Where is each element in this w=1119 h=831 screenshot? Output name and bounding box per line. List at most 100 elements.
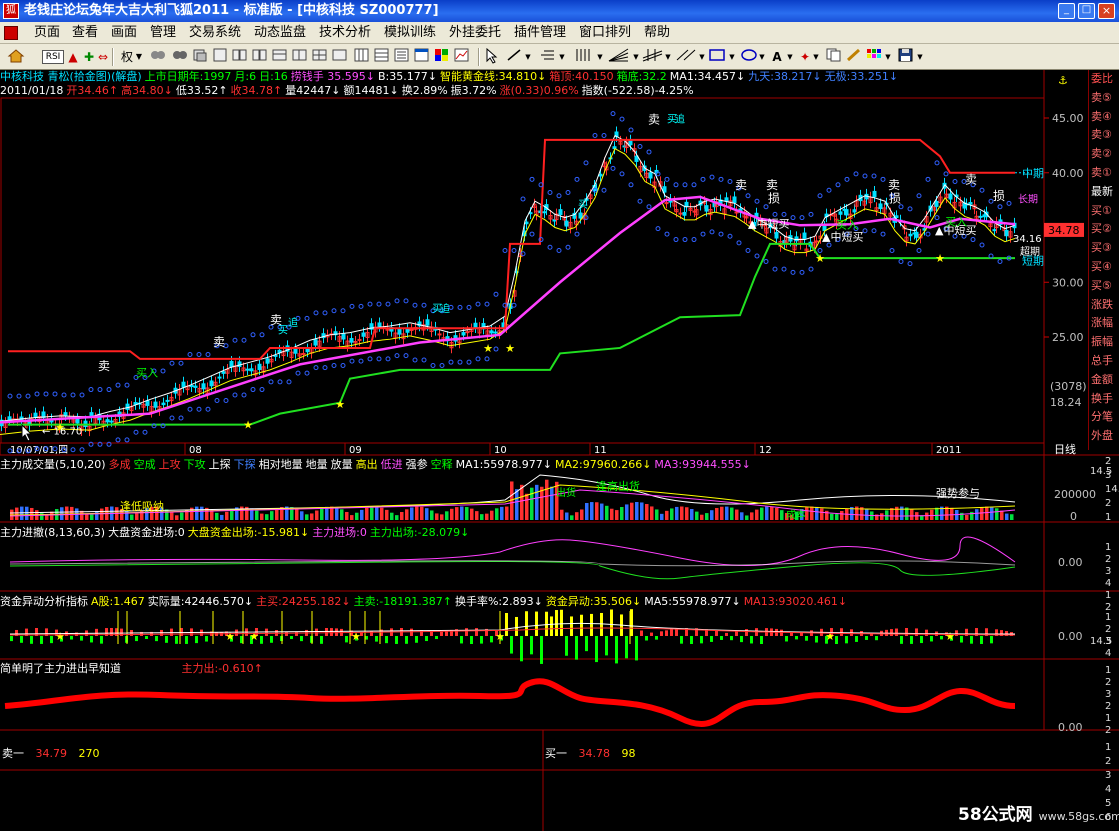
menu-item-order[interactable]: 外挂委托: [449, 22, 501, 44]
upper-band-dot: [1006, 200, 1012, 206]
chevron-down-icon[interactable]: ▼: [698, 48, 706, 66]
tool-icon-6[interactable]: [252, 48, 268, 66]
list-icon[interactable]: [394, 48, 410, 66]
menu-item-page[interactable]: 页面: [34, 22, 60, 44]
chevron-down-icon[interactable]: ▼: [758, 48, 766, 66]
volume-bar: [705, 513, 709, 520]
volume-bar: [515, 489, 519, 520]
price-axis-label: 40.00: [1052, 167, 1084, 180]
channel-tool-icon[interactable]: [642, 48, 664, 66]
chevron-down-icon[interactable]: ▼: [596, 48, 604, 66]
lower-band-dot: [511, 302, 517, 308]
up-arrow-icon[interactable]: ▲: [66, 48, 80, 66]
upper-band-dot: [340, 308, 346, 314]
candle-body: [161, 402, 166, 406]
main_info-row1-4: 捞钱手 35.595↓: [290, 70, 375, 83]
chevron-down-icon[interactable]: ▼: [786, 48, 794, 66]
lower-band-dot: [916, 247, 922, 253]
text-tool-icon[interactable]: A: [770, 48, 784, 66]
volume-bar: [690, 509, 694, 520]
tool-icon-9[interactable]: [312, 48, 328, 66]
abnormal-bar: [925, 629, 928, 636]
parallel-tool-icon[interactable]: [676, 48, 698, 66]
rsi-button[interactable]: RSI: [42, 50, 64, 64]
volume-bar: [910, 509, 914, 520]
menu-item-screen[interactable]: 画面: [111, 22, 137, 44]
lower-band-dot: [709, 229, 715, 235]
abnormal-bar: [910, 636, 913, 644]
chevron-down-icon[interactable]: ▼: [632, 48, 640, 66]
abnormal_panel-items-0: 资金异动分析指标: [0, 595, 88, 608]
rectangle-tool-icon[interactable]: [708, 48, 726, 66]
swap-arrows-icon[interactable]: ⇔: [96, 48, 110, 66]
tool-icon-4[interactable]: [212, 48, 228, 66]
volume-bar: [200, 506, 204, 520]
hline-tool-icon[interactable]: [540, 48, 556, 66]
tool-icon-5[interactable]: [232, 48, 248, 66]
cursor-icon[interactable]: [484, 47, 498, 66]
vol_panel-items-15: MA2:97960.266↓: [555, 458, 652, 471]
volume-bar: [340, 509, 344, 520]
menu-item-monitor[interactable]: 动态监盘: [254, 22, 306, 44]
menu-item-windows[interactable]: 窗口排列: [579, 22, 631, 44]
grid-icon[interactable]: [354, 48, 370, 66]
chevron-down-icon[interactable]: ▼: [916, 48, 924, 66]
maximize-button[interactable]: □: [1078, 3, 1095, 19]
chevron-down-icon[interactable]: ▼: [524, 48, 532, 66]
candle-body: [7, 416, 12, 421]
lower-band-dot: [349, 358, 355, 364]
tool-icon-10[interactable]: [332, 48, 348, 66]
chevron-down-icon[interactable]: ▼: [812, 48, 820, 66]
chart-icon[interactable]: [454, 48, 470, 66]
palette-icon[interactable]: [866, 48, 882, 66]
chart-canvas[interactable]: 45.0040.0035.0030.0025.0034.78(3078)18.2…: [0, 70, 1119, 831]
buy1-price: 34.78: [578, 747, 611, 760]
menu-item-analysis[interactable]: 技术分析: [319, 22, 371, 44]
fan-tool-icon[interactable]: [608, 48, 630, 66]
tool-icon-3[interactable]: [192, 48, 208, 66]
menu-item-training[interactable]: 模拟训练: [384, 22, 436, 44]
upper-band-dot: [799, 215, 805, 221]
table-icon[interactable]: [374, 48, 390, 66]
abnormal-bar: [700, 636, 703, 644]
abnormal-bar: [575, 636, 578, 660]
chevron-down-icon[interactable]: ▼: [134, 48, 144, 66]
title-bar[interactable]: 狐 老钱庄论坛兔年大吉大利飞狐2011 - 标准版 - [中核科技 SZ0007…: [0, 0, 1119, 22]
menu-item-view[interactable]: 查看: [72, 22, 98, 44]
menu-item-trade-system[interactable]: 交易系统: [189, 22, 241, 44]
chevron-down-icon[interactable]: ▼: [728, 48, 736, 66]
volume-bar: [645, 504, 649, 520]
save-icon[interactable]: [898, 48, 914, 66]
home-icon[interactable]: [6, 48, 26, 66]
upper-band-dot: [547, 189, 553, 195]
marker-tool-icon[interactable]: ✦: [798, 48, 812, 66]
copy-icon[interactable]: [826, 48, 842, 66]
lower-band-dot: [259, 387, 265, 393]
vline-tool-icon[interactable]: [574, 48, 594, 66]
volume-bar: [975, 509, 979, 520]
menu-item-help[interactable]: 帮助: [644, 22, 670, 44]
abnormal-bar: [730, 636, 733, 641]
tool-icon-8[interactable]: [292, 48, 308, 66]
candle-body: [732, 196, 737, 203]
chevron-down-icon[interactable]: ▼: [884, 48, 892, 66]
color-icon[interactable]: [434, 48, 450, 66]
tool-icon-2[interactable]: [172, 48, 188, 66]
candle-body: [265, 358, 270, 364]
chart-area[interactable]: 45.0040.0035.0030.0025.0034.78(3078)18.2…: [0, 70, 1119, 831]
pen-icon[interactable]: [846, 48, 862, 66]
tool-icon-1[interactable]: [150, 48, 166, 66]
window-icon[interactable]: [414, 48, 430, 66]
minimize-button[interactable]: _: [1058, 3, 1075, 19]
cross-icon[interactable]: ✚: [82, 48, 96, 66]
chevron-down-icon[interactable]: ▼: [664, 48, 672, 66]
menu-item-manage[interactable]: 管理: [150, 22, 176, 44]
close-button[interactable]: ×: [1098, 3, 1115, 19]
line-tool-icon[interactable]: [506, 48, 522, 66]
chevron-down-icon[interactable]: ▼: [558, 48, 566, 66]
menu-app-icon[interactable]: [4, 26, 18, 40]
ellipse-tool-icon[interactable]: [740, 48, 758, 66]
abnormal-bar: [395, 636, 398, 644]
menu-item-plugins[interactable]: 插件管理: [514, 22, 566, 44]
tool-icon-7[interactable]: [272, 48, 288, 66]
